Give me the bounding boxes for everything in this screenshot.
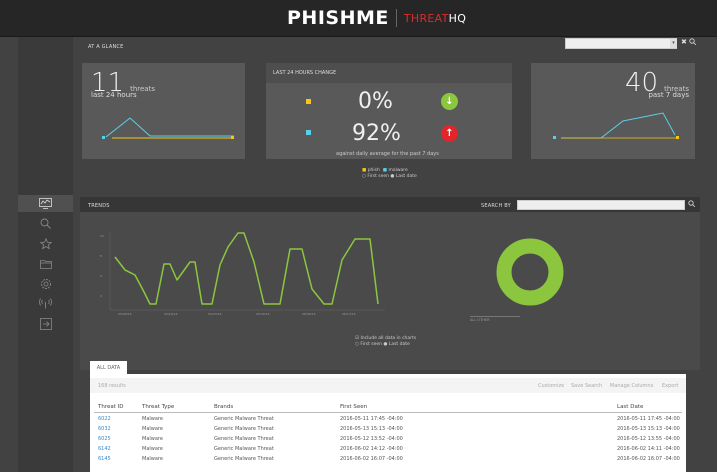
trends-donut-chart — [496, 238, 564, 306]
export-link[interactable]: Export — [662, 383, 678, 389]
chart-icon[interactable] — [18, 195, 73, 212]
logo[interactable]: PHISHME THREATHQ — [287, 6, 466, 30]
close-icon[interactable]: ✖ — [681, 38, 687, 46]
star-icon[interactable] — [18, 235, 73, 252]
sidebar — [18, 37, 73, 472]
results-count: 168 results — [98, 383, 126, 389]
arrow-down-icon: ↓ — [441, 93, 458, 110]
table-row[interactable]: 6025 Malware Generic Malware Threat 2016… — [90, 435, 686, 444]
search-icon[interactable] — [688, 200, 696, 209]
logo-sub: THREATHQ — [403, 11, 467, 25]
col-last-date[interactable]: Last Date — [617, 404, 643, 410]
search-by-input[interactable] — [517, 200, 685, 210]
col-first-seen[interactable]: First Seen — [340, 404, 367, 410]
top-search-input[interactable] — [565, 38, 677, 49]
folder-icon[interactable] — [18, 255, 73, 272]
svg-text:05/09/16: 05/09/16 — [118, 312, 132, 316]
logo-divider — [395, 9, 397, 27]
phish-marker — [306, 99, 311, 104]
at-a-glance-title: AT A GLANCE — [88, 44, 124, 50]
glance-legend: ■ phish ■ malware ○ First seen ● Last da… — [362, 168, 417, 179]
search-icon[interactable] — [18, 215, 73, 232]
top-search-dropdown[interactable]: ▾ — [670, 39, 677, 48]
svg-text:8: 8 — [100, 254, 102, 258]
logo-main: PHISHME — [287, 7, 389, 29]
manage-columns-link[interactable]: Manage Columns — [610, 383, 653, 389]
malware-change-pct: 92% — [352, 121, 401, 146]
table-row[interactable]: 6032 Malware Generic Malware Threat 2016… — [90, 425, 686, 434]
threats-24h-card: 11 threats last 24 hours — [82, 63, 245, 159]
svg-text:06/13/16: 06/13/16 — [342, 312, 356, 316]
tab-all-data[interactable]: ALL DATA — [90, 361, 127, 374]
save-search-link[interactable]: Save Search — [571, 383, 602, 389]
col-threat-id[interactable]: Threat ID — [98, 404, 124, 410]
phish-change-pct: 0% — [358, 89, 393, 114]
settings-icon[interactable] — [18, 275, 73, 292]
table-row[interactable]: 6142 Malware Generic Malware Threat 2016… — [90, 445, 686, 454]
malware-marker — [306, 130, 311, 135]
results-toolbar: 168 results Customize Save Search Manage… — [90, 378, 686, 393]
table-row[interactable]: 6022 Malware Generic Malware Threat 2016… — [90, 415, 686, 424]
search-icon[interactable] — [689, 38, 697, 47]
top-bar: PHISHME THREATHQ — [0, 0, 717, 37]
svg-text:06/06/16: 06/06/16 — [302, 312, 316, 316]
export-icon[interactable] — [18, 315, 73, 332]
change-card-title: LAST 24 HOURS CHANGE — [273, 70, 337, 76]
change-card: LAST 24 HOURS CHANGE 0% ↓ 92% ↑ against … — [266, 63, 512, 159]
table-row[interactable]: 6145 Malware Generic Malware Threat 2016… — [90, 455, 686, 464]
trends-title: TRENDS — [88, 203, 110, 209]
svg-text:05/16/16: 05/16/16 — [164, 312, 178, 316]
col-brands[interactable]: Brands — [214, 404, 233, 410]
results-table: 168 results Customize Save Search Manage… — [90, 374, 686, 472]
change-note: against daily average for the past 7 day… — [336, 151, 439, 157]
broadcast-icon[interactable] — [18, 295, 73, 312]
donut-label: ALL OTHER — [470, 318, 490, 322]
customize-link[interactable]: Customize — [538, 383, 564, 389]
threats-7d-card: 40 threats past 7 days — [531, 63, 695, 159]
svg-text:4: 4 — [100, 274, 102, 278]
threats-24h-sparkline — [102, 117, 234, 139]
search-by-label: SEARCH BY — [481, 203, 511, 209]
arrow-up-icon: ↑ — [441, 125, 458, 142]
col-threat-type[interactable]: Threat Type — [142, 404, 174, 410]
trends-legend: ☑ Include all data in charts ○ First see… — [355, 336, 417, 347]
svg-text:2: 2 — [100, 294, 102, 298]
threats-7d-sparkline — [553, 112, 679, 139]
svg-text:05/30/16: 05/30/16 — [256, 312, 270, 316]
svg-text:12: 12 — [100, 234, 104, 238]
svg-text:05/23/16: 05/23/16 — [208, 312, 222, 316]
